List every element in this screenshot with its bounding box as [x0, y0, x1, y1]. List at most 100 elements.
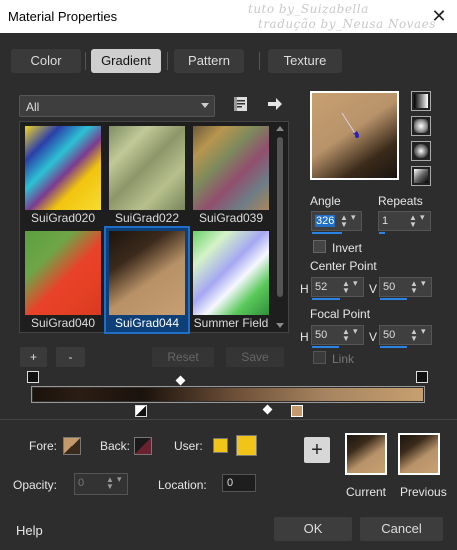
- scroll-thumb[interactable]: [277, 137, 283, 297]
- gradient-swatch: [25, 126, 101, 210]
- gradient-preview[interactable]: [310, 91, 399, 180]
- gallery-item[interactable]: SuiGrad022: [106, 123, 188, 227]
- tab-pattern[interactable]: Pattern: [174, 49, 244, 73]
- add-to-swatches-button[interactable]: +: [304, 437, 330, 463]
- gallery-item[interactable]: SuiGrad039: [190, 123, 272, 227]
- focal-h-stepper[interactable]: 50 ▲ ▼ ▾: [311, 325, 364, 348]
- center-v-label: V: [369, 282, 378, 296]
- section-divider: [0, 419, 457, 420]
- cancel-button[interactable]: Cancel: [360, 517, 443, 541]
- opacity-value: 0: [78, 477, 85, 489]
- opacity-stepper[interactable]: 0 ▲ ▼ ▾: [74, 473, 128, 495]
- reset-button[interactable]: Reset: [152, 347, 214, 367]
- spin-arrows-icon[interactable]: ▲ ▼: [342, 280, 351, 295]
- gallery-item[interactable]: Summer Field: [190, 228, 272, 332]
- fore-swatch[interactable]: [63, 437, 81, 455]
- focal-v-stepper[interactable]: 50 ▲ ▼ ▾: [379, 325, 432, 348]
- dropdown-arrow-icon[interactable]: ▾: [353, 279, 362, 294]
- current-preview: [345, 433, 387, 475]
- scroll-down-icon[interactable]: [276, 323, 284, 328]
- dropdown-arrow-icon[interactable]: ▾: [351, 213, 360, 228]
- scroll-up-icon[interactable]: [276, 126, 284, 131]
- ok-button[interactable]: OK: [274, 517, 352, 541]
- center-h-slider-bar[interactable]: [312, 298, 340, 300]
- tab-color[interactable]: Color: [11, 49, 81, 73]
- rectangular-style-button[interactable]: [411, 116, 431, 136]
- spin-arrows-icon[interactable]: ▲ ▼: [409, 214, 418, 229]
- location-field[interactable]: 0: [222, 474, 256, 492]
- focal-point-label: Focal Point: [310, 307, 371, 321]
- sunburst-style-button[interactable]: [411, 141, 431, 161]
- gallery-item[interactable]: SuiGrad020: [22, 123, 104, 227]
- tab-separator: [259, 52, 260, 70]
- add-gradient-button[interactable]: +: [20, 347, 47, 367]
- color-midpoint[interactable]: [262, 404, 273, 415]
- transparency-midpoint[interactable]: [175, 375, 186, 386]
- gradient-swatch: [25, 231, 101, 315]
- user-swatch[interactable]: [236, 435, 257, 456]
- gallery-item-label: SuiGrad039: [198, 211, 264, 225]
- watermark-line-1: tuto by_Suizabella: [248, 2, 369, 16]
- focal-h-label: H: [300, 330, 309, 344]
- repeats-slider-bar[interactable]: [379, 232, 385, 234]
- gallery-scrollbar[interactable]: [274, 123, 286, 333]
- gallery-item[interactable]: SuiGrad044: [104, 226, 190, 334]
- dropdown-arrow-icon[interactable]: ▾: [353, 327, 362, 342]
- invert-checkbox[interactable]: [313, 240, 326, 253]
- link-label: Link: [332, 352, 355, 366]
- user-label: User:: [174, 439, 203, 453]
- focal-h-slider-bar[interactable]: [312, 346, 339, 348]
- dropdown-arrow-icon[interactable]: ▾: [421, 327, 430, 342]
- gallery-item[interactable]: SuiGrad040: [22, 228, 104, 332]
- center-h-value: 52: [315, 281, 328, 293]
- previous-preview[interactable]: [398, 433, 440, 475]
- color-stop[interactable]: [135, 405, 147, 417]
- remove-gradient-button[interactable]: -: [56, 347, 85, 367]
- color-stop-selected[interactable]: [291, 405, 303, 417]
- arrow-right-icon[interactable]: [266, 95, 284, 113]
- center-h-stepper[interactable]: 52 ▲ ▼ ▾: [311, 277, 364, 300]
- linear-style-button[interactable]: [411, 91, 431, 111]
- angle-stepper[interactable]: 326 ▲ ▼ ▾: [311, 211, 362, 234]
- spin-arrows-icon[interactable]: ▲ ▼: [106, 476, 115, 491]
- center-v-slider-bar[interactable]: [380, 298, 407, 300]
- dropdown-arrow-icon[interactable]: ▾: [420, 213, 429, 228]
- help-link[interactable]: Help: [16, 523, 43, 538]
- repeats-label: Repeats: [378, 194, 423, 208]
- invert-label: Invert: [332, 241, 363, 255]
- gradient-ramp-fill: [33, 388, 423, 401]
- spin-arrows-icon[interactable]: ▲ ▼: [342, 328, 351, 343]
- center-h-label: H: [300, 282, 309, 296]
- repeats-stepper[interactable]: 1 ▲ ▼ ▾: [378, 211, 431, 234]
- focal-h-value: 50: [315, 329, 328, 341]
- transparency-stop-right[interactable]: [416, 371, 428, 383]
- spin-arrows-icon[interactable]: ▲ ▼: [410, 328, 419, 343]
- link-checkbox[interactable]: [313, 351, 326, 364]
- gradient-ramp[interactable]: [31, 386, 425, 403]
- close-button[interactable]: ✕: [426, 2, 452, 30]
- gradient-swatch: [193, 231, 269, 315]
- gallery-item-label: SuiGrad022: [114, 211, 180, 225]
- focal-v-slider-bar[interactable]: [380, 346, 407, 348]
- back-swatch[interactable]: [134, 437, 152, 455]
- user-swatch-small[interactable]: [213, 438, 228, 453]
- category-dropdown[interactable]: All: [19, 95, 215, 117]
- gallery-item-label: SuiGrad044: [114, 316, 180, 330]
- tab-gradient[interactable]: Gradient: [91, 49, 161, 73]
- center-v-stepper[interactable]: 50 ▲ ▼ ▾: [379, 277, 432, 300]
- radial-style-button[interactable]: [411, 166, 431, 186]
- spin-arrows-icon[interactable]: ▲ ▼: [410, 280, 419, 295]
- resource-manager-icon[interactable]: [232, 95, 250, 113]
- opacity-label: Opacity:: [13, 478, 58, 492]
- transparency-stop-left[interactable]: [27, 371, 39, 383]
- dropdown-arrow-icon[interactable]: ▾: [117, 475, 126, 490]
- dropdown-arrow-icon[interactable]: ▾: [421, 279, 430, 294]
- center-point-label: Center Point: [310, 259, 377, 273]
- back-label: Back:: [100, 439, 131, 453]
- gradient-swatch: [109, 231, 185, 315]
- save-button[interactable]: Save: [226, 347, 284, 367]
- spin-arrows-icon[interactable]: ▲ ▼: [340, 214, 349, 229]
- angle-slider-bar[interactable]: [312, 232, 342, 234]
- angle-value: 326: [315, 215, 336, 227]
- tab-texture[interactable]: Texture: [268, 49, 342, 73]
